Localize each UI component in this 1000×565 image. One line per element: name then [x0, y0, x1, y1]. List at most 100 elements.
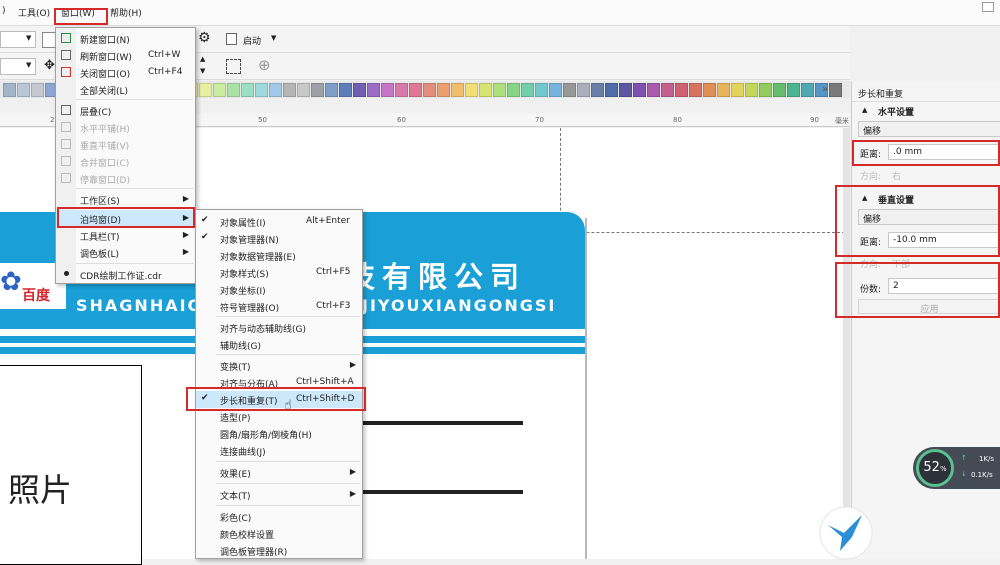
- menu-item-color-palettes[interactable]: 调色板(L) ▶: [56, 244, 195, 261]
- info-line[interactable]: [363, 421, 523, 425]
- palette-swatch[interactable]: [647, 82, 660, 97]
- palette-swatch[interactable]: [563, 82, 576, 97]
- palette-swatch[interactable]: [297, 82, 310, 97]
- palette-swatch[interactable]: [493, 82, 506, 97]
- palette-swatch[interactable]: [829, 82, 842, 97]
- palette-swatch[interactable]: [619, 82, 632, 97]
- start-label[interactable]: 启动: [243, 34, 261, 47]
- highlight-copies: [835, 262, 1000, 318]
- gear-icon[interactable]: ⚙: [198, 30, 211, 46]
- download-arrow-icon: ↓: [961, 470, 967, 478]
- menu-truncated[interactable]: ): [2, 6, 6, 16]
- memory-usage-gauge[interactable]: 52%: [916, 449, 954, 487]
- chevron-down-icon[interactable]: ▼: [271, 34, 276, 42]
- menu-item-object-data-manager[interactable]: 对象数据管理器(E): [196, 247, 362, 264]
- spin-down-icon[interactable]: ▼: [200, 67, 205, 75]
- palette-swatch[interactable]: [241, 82, 254, 97]
- palette-swatch[interactable]: [367, 82, 380, 97]
- palette-swatch[interactable]: [423, 82, 436, 97]
- palette-swatch[interactable]: [325, 82, 338, 97]
- palette-swatch[interactable]: [675, 82, 688, 97]
- palette-swatch[interactable]: [381, 82, 394, 97]
- palette-swatch[interactable]: [311, 82, 324, 97]
- menu-item-workspace[interactable]: 工作区(S) ▶: [56, 191, 195, 208]
- palette-swatch[interactable]: [689, 82, 702, 97]
- menu-help[interactable]: 帮助(H): [110, 6, 142, 19]
- menu-item-object-styles[interactable]: 对象样式(S) Ctrl+F5: [196, 264, 362, 281]
- palette-swatch[interactable]: [717, 82, 730, 97]
- menu-item-object-manager[interactable]: ✔ 对象管理器(N): [196, 230, 362, 247]
- menu-item-symbol-manager[interactable]: 符号管理器(O) Ctrl+F3: [196, 298, 362, 315]
- menu-tools[interactable]: 工具(O): [18, 6, 50, 19]
- menu-item-toolbars[interactable]: 工具栏(T) ▶: [56, 227, 195, 244]
- menu-item-guidelines[interactable]: 辅助线(G): [196, 336, 362, 353]
- palette-swatch[interactable]: [507, 82, 520, 97]
- menu-item-refresh-window[interactable]: 刷新窗口(W) Ctrl+W: [56, 47, 195, 64]
- palette-swatch[interactable]: [451, 82, 464, 97]
- palette-swatch[interactable]: [437, 82, 450, 97]
- palette-swatch[interactable]: [227, 82, 240, 97]
- palette-swatch[interactable]: [3, 82, 16, 97]
- launch-icon[interactable]: [226, 33, 237, 45]
- palette-scroll-icon[interactable]: »: [822, 84, 828, 95]
- close-window-icon: [61, 67, 71, 77]
- palette-swatch[interactable]: [283, 82, 296, 97]
- palette-swatch[interactable]: [255, 82, 268, 97]
- palette-swatch[interactable]: [31, 82, 44, 97]
- palette-swatch[interactable]: [395, 82, 408, 97]
- palette-swatch[interactable]: [773, 82, 786, 97]
- menu-item-transform[interactable]: 变换(T) ▶: [196, 357, 362, 374]
- menu-item-fillet-scallop-chamfer[interactable]: 圆角/扇形角/倒棱角(H): [196, 425, 362, 442]
- palette-swatch[interactable]: [549, 82, 562, 97]
- palette-swatch[interactable]: [353, 82, 366, 97]
- submenu-arrow-icon: ▶: [349, 489, 356, 498]
- palette-swatch[interactable]: [521, 82, 534, 97]
- palette-swatch[interactable]: [591, 82, 604, 97]
- menu-item-palette-manager[interactable]: 调色板管理器(R): [196, 542, 362, 559]
- palette-swatch[interactable]: [17, 82, 30, 97]
- user-icon[interactable]: [982, 2, 994, 12]
- palette-swatch[interactable]: [577, 82, 590, 97]
- menu-item-new-window[interactable]: 新建窗口(N): [56, 30, 195, 47]
- palette-swatch[interactable]: [339, 82, 352, 97]
- palette-swatch[interactable]: [787, 82, 800, 97]
- palette-swatch[interactable]: [213, 82, 226, 97]
- menu-item-cascade[interactable]: 层叠(C): [56, 102, 195, 119]
- menu-item-close-all[interactable]: 全部关闭(L): [56, 81, 195, 98]
- menu-item-color-proof-settings[interactable]: 颜色校样设置: [196, 525, 362, 542]
- palette-swatch[interactable]: [661, 82, 674, 97]
- palette-swatch[interactable]: [745, 82, 758, 97]
- collapse-icon[interactable]: ▲: [862, 106, 867, 114]
- bird-logo-icon[interactable]: [818, 505, 874, 561]
- menu-item-close-window[interactable]: 关闭窗口(O) Ctrl+F4: [56, 64, 195, 81]
- palette-swatch[interactable]: [409, 82, 422, 97]
- palette-swatch[interactable]: [479, 82, 492, 97]
- move-icon[interactable]: ✥: [44, 58, 55, 73]
- menu-item-text[interactable]: 文本(T) ▶: [196, 486, 362, 503]
- menu-separator: [216, 505, 360, 506]
- menu-item-object-properties[interactable]: ✔ 对象属性(I) Alt+Enter: [196, 213, 362, 230]
- add-icon[interactable]: ⊕: [258, 56, 271, 74]
- menu-item-color[interactable]: 彩色(C): [196, 508, 362, 525]
- menu-item-alignment-guides[interactable]: 对齐与动态辅助线(G): [196, 319, 362, 336]
- palette-swatch[interactable]: [465, 82, 478, 97]
- horizontal-mode-select[interactable]: 偏移: [858, 121, 1000, 137]
- palette-swatch[interactable]: [199, 82, 212, 97]
- palette-swatch[interactable]: [535, 82, 548, 97]
- mouse-cursor-icon: ☝: [284, 398, 292, 413]
- palette-swatch[interactable]: [759, 82, 772, 97]
- info-line[interactable]: [363, 490, 523, 494]
- menu-item-effects[interactable]: 效果(E) ▶: [196, 464, 362, 481]
- menu-item-join-curves[interactable]: 连接曲线(J): [196, 442, 362, 459]
- palette-swatch[interactable]: [633, 82, 646, 97]
- palette-swatch[interactable]: [703, 82, 716, 97]
- menu-item-tile-vertical: 垂直平铺(V): [56, 136, 195, 153]
- palette-swatch[interactable]: [269, 82, 282, 97]
- palette-swatch[interactable]: [801, 82, 814, 97]
- palette-swatch[interactable]: [605, 82, 618, 97]
- palette-swatch[interactable]: [731, 82, 744, 97]
- menu-item-open-document[interactable]: CDR绘制工作证.cdr: [56, 266, 195, 283]
- menu-item-object-coordinates[interactable]: 对象坐标(I): [196, 281, 362, 298]
- spin-up-icon[interactable]: ▲: [200, 55, 205, 63]
- selection-icon[interactable]: [226, 59, 241, 74]
